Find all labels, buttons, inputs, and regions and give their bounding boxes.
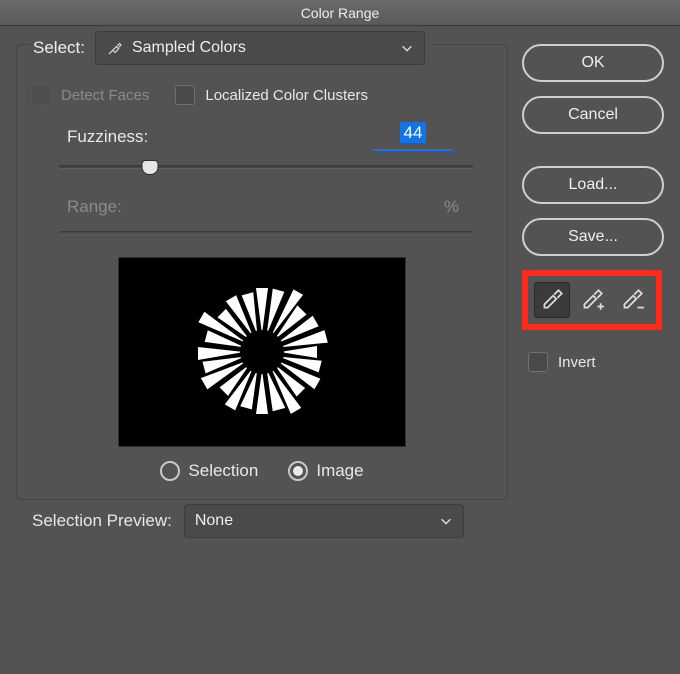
eyedropper-add-tool[interactable] [574, 282, 610, 318]
radio-dot [293, 466, 303, 476]
chevron-down-icon [400, 41, 414, 55]
select-dropdown[interactable]: Sampled Colors [95, 31, 425, 65]
selection-preview-dropdown[interactable]: None [184, 504, 464, 538]
preview-thumbnail[interactable] [118, 257, 406, 447]
select-label: Select: [31, 38, 85, 58]
image-radio-label: Image [316, 461, 363, 481]
chevron-down-icon [439, 514, 453, 528]
localized-clusters-label: Localized Color Clusters [205, 87, 368, 104]
selection-preview-value: None [195, 512, 233, 530]
fuzziness-slider[interactable] [59, 165, 473, 169]
checkbox-box[interactable] [175, 85, 195, 105]
detect-faces-label: Detect Faces [61, 87, 149, 104]
eyedropper-icon [106, 39, 124, 57]
options-fieldset: Select: Sampled Colors Detect Faces Loca… [16, 44, 508, 500]
selection-radio[interactable]: Selection [160, 461, 258, 481]
checkbox-box[interactable] [528, 352, 548, 372]
view-mode-radiogroup: Selection Image [31, 461, 493, 481]
eyedropper-subtract-icon [619, 287, 645, 313]
selection-preview-label: Selection Preview: [32, 511, 172, 531]
eyedropper-subtract-tool[interactable] [614, 282, 650, 318]
slider-track [59, 165, 473, 169]
range-label: Range: [67, 197, 122, 217]
localized-clusters-checkbox[interactable]: Localized Color Clusters [175, 85, 368, 105]
slider-track [59, 231, 473, 235]
cancel-button[interactable]: Cancel [522, 96, 664, 134]
ok-button[interactable]: OK [522, 44, 664, 82]
preview-image [182, 272, 342, 432]
image-radio[interactable]: Image [288, 461, 363, 481]
fuzziness-value: 44 [400, 122, 427, 143]
range-slider [59, 231, 473, 235]
load-button[interactable]: Load... [522, 166, 664, 204]
select-value: Sampled Colors [132, 39, 246, 57]
eyedropper-sample-tool[interactable] [534, 282, 570, 318]
eyedropper-add-icon [579, 287, 605, 313]
window-titlebar: Color Range [0, 0, 680, 26]
fuzziness-label: Fuzziness: [67, 127, 148, 147]
radio-circle [160, 461, 180, 481]
range-units: % [444, 197, 459, 216]
checkbox-box [31, 85, 51, 105]
window-title: Color Range [301, 5, 380, 21]
radio-circle [288, 461, 308, 481]
slider-thumb[interactable] [142, 160, 159, 175]
fuzziness-input[interactable]: 44 [373, 123, 453, 151]
invert-label: Invert [558, 354, 596, 371]
selection-radio-label: Selection [188, 461, 258, 481]
eyedropper-tools-highlight [522, 270, 662, 330]
detect-faces-checkbox: Detect Faces [31, 85, 149, 105]
invert-checkbox[interactable]: Invert [528, 352, 664, 372]
save-button[interactable]: Save... [522, 218, 664, 256]
eyedropper-icon [539, 287, 565, 313]
